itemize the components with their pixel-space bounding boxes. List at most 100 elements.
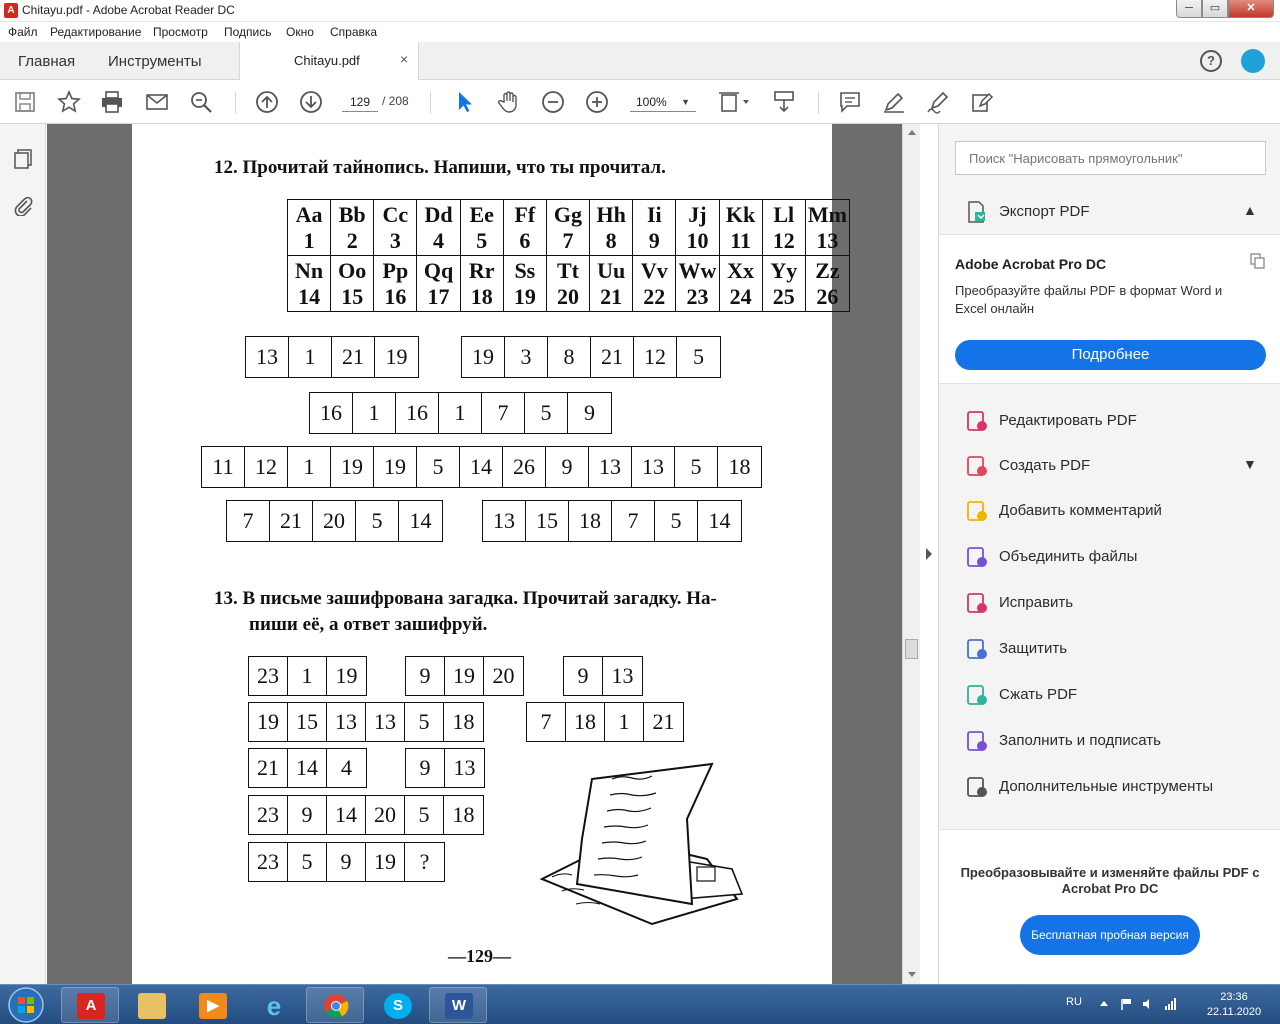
cipher-cell: Zz 26 [806,256,849,312]
taskbar-acrobat[interactable]: A [61,987,119,1023]
maximize-button[interactable]: ▭ [1202,0,1228,18]
tool-item[interactable]: Защитить [939,633,1280,665]
comment-icon[interactable] [838,90,862,114]
chevron-down-icon[interactable]: ▼ [1243,456,1257,472]
network-icon[interactable] [1164,998,1176,1010]
code-cell: 21 [249,749,288,787]
star-icon[interactable] [57,90,81,114]
menu-view[interactable]: Просмотр [153,25,208,39]
close-tab-icon[interactable]: × [400,51,408,67]
select-arrow-icon[interactable] [453,90,477,114]
vertical-scrollbar[interactable] [902,124,920,984]
code-cell: 26 [503,447,546,487]
fill-sign-icon[interactable] [970,90,994,114]
tool-item[interactable]: Дополнительные инструменты [939,771,1280,803]
code-group: 7 18 1 21 [526,702,684,742]
close-button[interactable]: ✕ [1228,0,1274,18]
code-cell: 11 [202,447,245,487]
zoom-in-icon[interactable] [585,90,609,114]
flag-icon[interactable] [1120,998,1132,1010]
compress-pdf-icon [965,683,989,707]
cipher-number: 16 [384,283,407,309]
menu-window[interactable]: Окно [286,25,314,39]
search-icon[interactable] [189,90,213,114]
volume-icon[interactable] [1142,998,1154,1010]
page-up-icon[interactable] [255,90,279,114]
start-button[interactable] [2,986,50,1024]
clock[interactable]: 23:36 22.11.2020 [1196,990,1272,1020]
print-icon[interactable] [100,90,124,114]
taskbar-skype[interactable]: S [368,987,426,1023]
collapse-right-panel-icon[interactable] [926,548,932,560]
hand-icon[interactable] [497,90,521,114]
cipher-cell: Bb 2 [331,200,375,256]
page-thumbnails-icon[interactable] [12,148,34,170]
clock-time: 23:36 [1220,991,1248,1003]
document-viewport[interactable]: 12. Прочитай тайнопись. Напиши, что ты п… [47,124,920,984]
cipher-letter: Cc [382,202,409,227]
learn-more-button[interactable]: Подробнее [955,340,1266,370]
title-bar: A Chitayu.pdf - Adobe Acrobat Reader DC … [0,0,1280,22]
code-cell: 19 [462,337,505,377]
cipher-letter: Vv [640,257,668,283]
taskbar-media-player[interactable]: ▶ [183,987,241,1023]
zoom-out-icon[interactable] [541,90,565,114]
account-icon[interactable] [1241,49,1265,73]
scroll-thumb[interactable] [905,639,918,659]
cipher-number: 19 [513,283,536,309]
tools-search-input[interactable] [955,141,1266,175]
taskbar-chrome[interactable] [306,987,364,1023]
menu-file[interactable]: Файл [8,25,38,39]
scroll-up-icon[interactable] [908,130,916,135]
tool-item[interactable]: Объединить файлы [939,541,1280,573]
tab-document[interactable]: Chitayu.pdf × [239,42,419,80]
tool-label: Защитить [999,640,1068,657]
help-icon[interactable]: ? [1200,50,1222,72]
tool-item[interactable]: Сжать PDF [939,679,1280,711]
free-trial-button[interactable]: Бесплатная пробная версия [1020,915,1200,955]
code-cell: 16 [310,393,353,433]
minimize-button[interactable]: ─ [1176,0,1202,18]
tool-label: Дополнительные инструменты [999,778,1214,795]
mail-icon[interactable] [145,90,169,114]
tray-arrow-icon[interactable] [1098,998,1110,1010]
menu-sign[interactable]: Подпись [224,25,272,39]
cipher-cell: Ee 5 [460,200,504,256]
taskbar-internet-explorer[interactable]: e [244,987,302,1023]
code-cell: 23 [249,657,288,695]
zoom-dropdown[interactable]: 100% ▼ [630,92,696,112]
taskbar-word[interactable]: W [429,987,487,1023]
language-indicator[interactable]: RU [1066,996,1082,1008]
tool-item[interactable]: Редактировать PDF [939,405,1280,437]
copy-icon[interactable] [1250,253,1266,269]
tool-item[interactable]: Добавить комментарий [939,495,1280,527]
taskbar-file-explorer[interactable] [122,987,180,1023]
menu-bar: Файл Редактирование Просмотр Подпись Окн… [0,22,1280,42]
tab-tools[interactable]: Инструменты [108,53,202,70]
code-cell: 5 [655,501,698,541]
sign-icon[interactable] [926,90,950,114]
tab-home[interactable]: Главная [18,53,75,70]
chevron-up-icon[interactable]: ▲ [1243,202,1257,218]
menu-help[interactable]: Справка [330,25,377,39]
export-pdf-item[interactable]: Экспорт PDF ▲ [939,196,1280,228]
tool-item[interactable]: Заполнить и подписать [939,725,1280,757]
scroll-mode-icon[interactable] [772,90,796,114]
tool-item[interactable]: Создать PDF ▼ [939,450,1280,482]
code-group: 19 3 8 21 12 5 [461,336,721,378]
save-icon[interactable] [13,90,37,114]
code-cell: 8 [548,337,591,377]
scroll-down-icon[interactable] [908,972,916,977]
page-down-icon[interactable] [299,90,323,114]
tool-item[interactable]: Исправить [939,587,1280,619]
highlight-pen-icon[interactable] [882,90,906,114]
code-cell: ? [419,849,430,874]
menu-edit[interactable]: Редактирование [50,25,141,39]
code-cell: 5 [525,393,568,433]
page-number-input[interactable] [342,92,378,112]
word-icon: W [445,993,473,1019]
page-fit-icon[interactable] [718,90,752,114]
attachment-icon[interactable] [12,194,34,217]
code-cell: 9 [564,657,603,695]
tool-label: Редактировать PDF [999,412,1137,429]
